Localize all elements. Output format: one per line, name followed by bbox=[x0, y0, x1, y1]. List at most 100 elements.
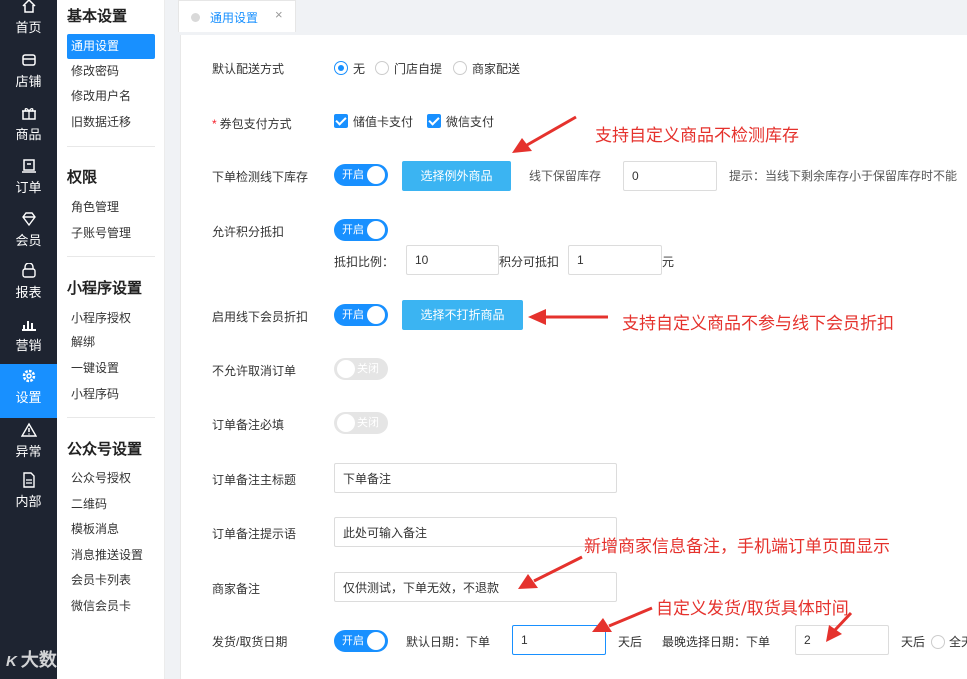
annotation-no-stock-check: 支持自定义商品不检测库存 bbox=[595, 126, 799, 146]
submenu-change-password[interactable]: 修改密码 bbox=[67, 59, 155, 84]
tab-general-settings[interactable]: 通用设置 × bbox=[178, 0, 296, 32]
submenu-general-settings[interactable]: 通用设置 bbox=[67, 34, 155, 59]
settings-submenu: 基本设置 通用设置 修改密码 修改用户名 旧数据迁移 权限 角色管理 子账号管理… bbox=[57, 0, 165, 679]
deduct-yuan-input[interactable] bbox=[568, 245, 662, 275]
nav-internal[interactable]: 内部 bbox=[0, 468, 57, 522]
toggle-knob bbox=[367, 221, 385, 239]
submenu-data-migration[interactable]: 旧数据迁移 bbox=[67, 110, 155, 135]
submenu-push-settings[interactable]: 消息推送设置 bbox=[67, 543, 155, 568]
no-cancel-toggle[interactable]: 关闭 bbox=[334, 358, 388, 380]
order-icon bbox=[0, 158, 57, 180]
tab-close-icon[interactable]: × bbox=[275, 7, 283, 22]
select-exception-goods-button[interactable]: 选择例外商品 bbox=[402, 161, 511, 191]
report-icon bbox=[0, 263, 57, 285]
default-date-label: 默认日期：下单 bbox=[406, 635, 491, 649]
submenu-miniprogram-auth[interactable]: 小程序授权 bbox=[67, 306, 155, 331]
stock-check-label: 下单检测线下库存 bbox=[212, 170, 309, 184]
submenu-member-card-list[interactable]: 会员卡列表 bbox=[67, 568, 155, 593]
watermark-logo: K 大数跨境 bbox=[6, 646, 136, 676]
remark-required-toggle[interactable]: 关闭 bbox=[334, 412, 388, 434]
remark-hint-input[interactable] bbox=[334, 517, 617, 547]
nav-settings-label: 设置 bbox=[15, 390, 42, 405]
toggle-text: 关闭 bbox=[357, 417, 379, 429]
home-icon bbox=[0, 0, 57, 20]
gift-icon bbox=[0, 105, 57, 127]
ship-date-label: 发货/取货日期 bbox=[212, 635, 288, 649]
nav-exceptions[interactable]: 异常 bbox=[0, 418, 57, 472]
tab-status-dot bbox=[191, 13, 200, 22]
yuan-unit: 元 bbox=[662, 255, 675, 269]
document-icon bbox=[0, 472, 57, 494]
nav-goods[interactable]: 商品 bbox=[0, 101, 57, 155]
group-title-permissions: 权限 bbox=[67, 169, 98, 186]
nav-reports[interactable]: 报表 bbox=[0, 259, 57, 313]
nav-members-label: 会员 bbox=[15, 233, 42, 248]
nav-store[interactable]: 店铺 bbox=[0, 48, 57, 102]
toggle-text: 关闭 bbox=[357, 363, 379, 375]
points-deduct-toggle[interactable]: 开启 bbox=[334, 219, 388, 241]
ship-date-toggle[interactable]: 开启 bbox=[334, 630, 388, 652]
annotation-merchant-remark: 新增商家信息备注，手机端订单页面显示 bbox=[584, 537, 890, 557]
default-date-input[interactable] bbox=[512, 625, 606, 655]
member-discount-toggle[interactable]: 开启 bbox=[334, 304, 388, 326]
submenu-template-messages[interactable]: 模板消息 bbox=[67, 517, 155, 542]
stored-card-option: 储值卡支付 bbox=[353, 115, 414, 129]
select-no-discount-goods-button[interactable]: 选择不打折商品 bbox=[402, 300, 523, 330]
stored-card-checkbox[interactable] bbox=[334, 114, 348, 128]
latest-date-input[interactable] bbox=[795, 625, 889, 655]
all-day-radio[interactable] bbox=[931, 635, 945, 649]
nav-exceptions-label: 异常 bbox=[15, 444, 42, 459]
wechat-pay-option: 微信支付 bbox=[446, 115, 495, 129]
store-icon bbox=[0, 52, 57, 74]
group-title-official-account: 公众号设置 bbox=[67, 441, 143, 458]
submenu-qrcode[interactable]: 二维码 bbox=[67, 492, 155, 517]
no-cancel-label: 不允许取消订单 bbox=[212, 364, 297, 378]
nav-orders[interactable]: 订单 bbox=[0, 154, 57, 208]
nav-settings[interactable]: 设置 bbox=[0, 364, 57, 418]
submenu-miniprogram-code[interactable]: 小程序码 bbox=[67, 382, 155, 407]
submenu-change-username[interactable]: 修改用户名 bbox=[67, 84, 155, 109]
toggle-text: 开启 bbox=[342, 169, 364, 181]
delivery-option-pickup: 门店自提 bbox=[394, 62, 443, 76]
delivery-label: 默认配送方式 bbox=[212, 62, 285, 76]
deduct-ratio-label: 抵扣比例： bbox=[334, 255, 395, 269]
delivery-option-none: 无 bbox=[353, 62, 366, 76]
deduct-ratio-input[interactable] bbox=[406, 245, 499, 275]
submenu-subaccount-management[interactable]: 子账号管理 bbox=[67, 221, 155, 246]
nav-internal-label: 内部 bbox=[15, 494, 42, 509]
submenu-wechat-member-card[interactable]: 微信会员卡 bbox=[67, 594, 155, 619]
latest-days-after: 天后 bbox=[901, 635, 926, 649]
points-deduct-label: 允许积分抵扣 bbox=[212, 225, 285, 239]
submenu-official-account-auth[interactable]: 公众号授权 bbox=[67, 466, 155, 491]
delivery-radio-merchant[interactable] bbox=[453, 61, 467, 75]
nav-home[interactable]: 首页 bbox=[0, 0, 57, 48]
merchant-remark-input[interactable] bbox=[334, 572, 617, 602]
coupon-pay-label-text: 券包支付方式 bbox=[219, 117, 292, 131]
remark-required-label: 订单备注必填 bbox=[212, 418, 285, 432]
reserve-stock-hint: 提示：当线下剩余库存小于保留库存时不能 bbox=[729, 169, 958, 183]
warning-icon bbox=[0, 422, 57, 444]
delivery-radio-pickup[interactable] bbox=[375, 61, 389, 75]
remark-title-input[interactable] bbox=[334, 463, 617, 493]
submenu-one-click-setup[interactable]: 一键设置 bbox=[67, 356, 155, 381]
settings-icon bbox=[0, 368, 57, 390]
submenu-role-management[interactable]: 角色管理 bbox=[67, 195, 155, 220]
submenu-divider bbox=[67, 256, 155, 257]
nav-reports-label: 报表 bbox=[15, 285, 42, 300]
stock-check-toggle[interactable]: 开启 bbox=[334, 164, 388, 186]
reserve-stock-input[interactable] bbox=[623, 161, 717, 191]
nav-marketing[interactable]: 营销 bbox=[0, 312, 57, 366]
delivery-radio-none[interactable] bbox=[334, 61, 348, 75]
default-days-after: 天后 bbox=[618, 635, 643, 649]
toggle-knob bbox=[367, 166, 385, 184]
marketing-icon bbox=[0, 316, 57, 338]
nav-members[interactable]: 会员 bbox=[0, 207, 57, 261]
merchant-remark-label: 商家备注 bbox=[212, 582, 261, 596]
wechat-pay-checkbox[interactable] bbox=[427, 114, 441, 128]
points-deduct-mid-text: 积分可抵扣 bbox=[499, 255, 560, 269]
watermark-text: 大数跨境 bbox=[20, 650, 93, 670]
latest-date-label: 最晚选择日期：下单 bbox=[662, 635, 771, 649]
tab-label: 通用设置 bbox=[210, 11, 259, 25]
submenu-unbind[interactable]: 解绑 bbox=[67, 330, 155, 355]
submenu-divider bbox=[67, 146, 155, 147]
